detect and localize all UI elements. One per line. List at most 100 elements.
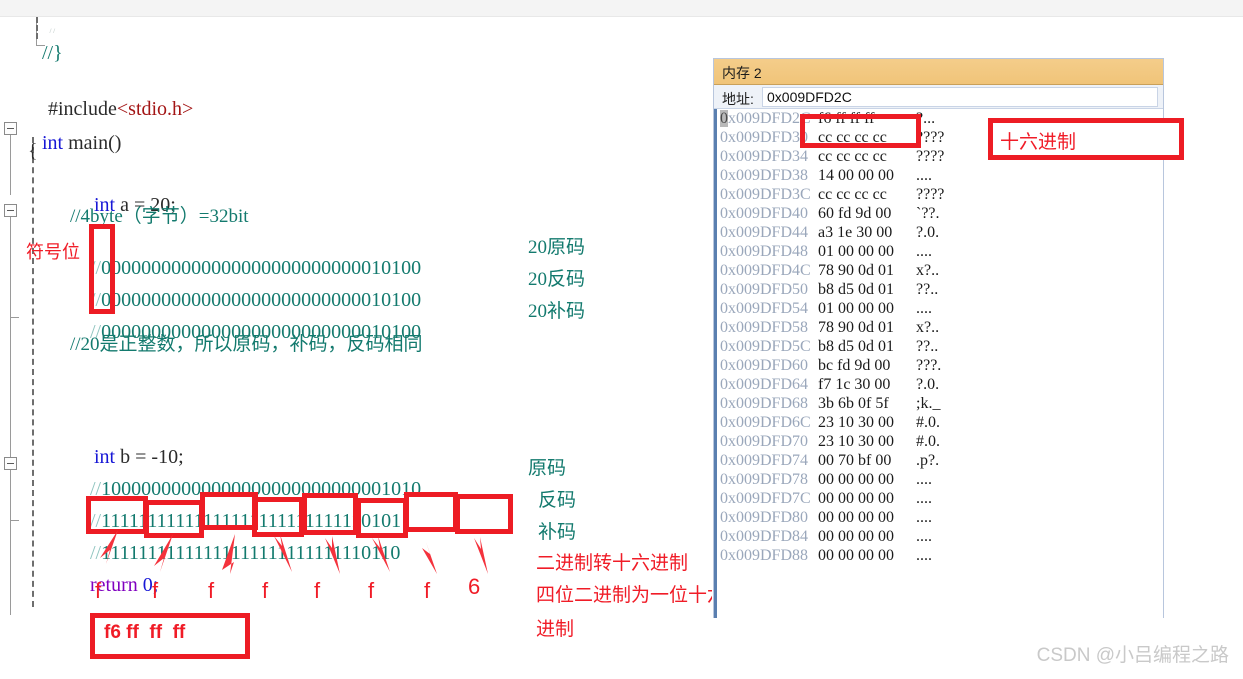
convert-note-line1: 二进制转十六进制 (536, 553, 689, 574)
memory-row[interactable]: 0x009DFD78 00 00 00 00.... (714, 470, 1163, 489)
code-line-clipped: //... (48, 25, 65, 33)
memory-row[interactable]: 0x009DFD38 14 00 00 00.... (714, 166, 1163, 185)
nibble-label-4: f (262, 578, 269, 603)
nibble-label-3: f (208, 578, 215, 603)
memory-row-address: 0x009DFD3C (720, 186, 811, 203)
memory-row-address: 0x009DFD78 (720, 471, 809, 488)
nibble-label-5: f (314, 578, 321, 603)
code-line-comment-close: //} (42, 42, 63, 64)
nibble-box-3 (200, 492, 258, 530)
memory-row-hex: 23 10 30 00 (818, 433, 894, 450)
gutter-scope-line-b2 (10, 317, 11, 457)
gutter-collapse-block-2[interactable] (4, 457, 17, 470)
memory-row-address: 0x009DFD6C (720, 414, 811, 431)
label-b-inv: 反码 (538, 490, 577, 511)
memory-row-address: 0x009DFD48 (720, 243, 809, 260)
memory-first-row-highlight-box (800, 114, 921, 148)
main-signature: main() (63, 132, 122, 154)
memory-row[interactable]: 0x009DFD80 00 00 00 00.... (714, 508, 1163, 527)
memory-row-ascii: #.0. (916, 414, 940, 431)
hex-label-text: 十六进制 (1000, 132, 1077, 153)
memory-row-ascii: .... (916, 300, 932, 317)
memory-row-ascii: ???? (916, 148, 945, 165)
memory-row[interactable]: 0x009DFD60 bc fd 9d 00???. (714, 356, 1163, 375)
label-b-comp: 补码 (538, 522, 577, 543)
memory-row-ascii: x?.. (916, 319, 940, 336)
memory-row-hex: 00 00 00 00 (818, 509, 894, 526)
memory-row-ascii: ??.. (916, 338, 939, 355)
memory-row-address: 0x009DFD7C (720, 490, 811, 507)
memory-row-ascii: .... (916, 509, 932, 526)
memory-row-ascii: .... (916, 490, 932, 507)
memory-row-address: 0x009DFD54 (720, 300, 809, 317)
memory-row-address: 0x009DFD40 (720, 205, 809, 222)
label-20-inv: 20反码 (528, 269, 586, 290)
memory-row-address: 0x009DFD44 (720, 224, 809, 241)
memory-row-address: 0x009DFD80 (720, 509, 809, 526)
indent-guide-top (36, 17, 38, 39)
memory-row-address: 0x009DFD84 (720, 528, 809, 545)
memory-row[interactable]: 0x009DFD70 23 10 30 00 #.0. (714, 432, 1163, 451)
nibble-label-7: f (424, 578, 431, 603)
memory-row[interactable]: 0x009DFD48 01 00 00 00.... (714, 242, 1163, 261)
memory-row-hex: 00 00 00 00 (818, 528, 894, 545)
code-line-open-brace: { (28, 140, 38, 162)
memory-row-ascii: ???. (916, 357, 942, 374)
label-b-orig: 原码 (528, 458, 567, 479)
memory-address-bar[interactable]: 地址: 0x009DFD2C (714, 85, 1163, 109)
memory-row[interactable]: 0x009DFD50 b8 d5 0d 01??.. (714, 280, 1163, 299)
memory-row-hex: 78 90 0d 01 (818, 262, 894, 279)
memory-row[interactable]: 0x009DFD5C b8 d5 0d 01??.. (714, 337, 1163, 356)
memory-row[interactable]: 0x009DFD44 a3 1e 30 00 ?.0. (714, 223, 1163, 242)
memory-row-address: 0x009DFD30 (720, 129, 809, 146)
memory-row-hex: 00 00 00 00 (818, 471, 894, 488)
gutter-tick-b1 (10, 317, 19, 318)
memory-window-titlebar[interactable]: 内存 2 (714, 59, 1163, 85)
gutter-collapse-block-1[interactable] (4, 204, 17, 217)
memory-row-hex: 3b 6b 0f 5f (818, 395, 889, 412)
memory-row[interactable]: 0x009DFD84 00 00 00 00.... (714, 527, 1163, 546)
memory-row-hex: cc cc cc cc (818, 186, 887, 203)
nibble-box-7 (404, 492, 458, 532)
memory-row[interactable]: 0x009DFD4C 78 90 0d 01 x?.. (714, 261, 1163, 280)
memory-row-ascii: #.0. (916, 433, 940, 450)
nibble-label-2: f (152, 578, 159, 603)
memory-row-hex: 14 00 00 00 (818, 167, 894, 184)
include-header: <stdio.h> (116, 98, 194, 120)
memory-row-ascii: ?.0. (916, 224, 940, 241)
memory-rows-container[interactable]: 0x009DFD2C f6 ff ff ff?... 0x009DFD30 cc cc… (714, 109, 1163, 618)
memory-row-address: 0x009DFD70 (720, 433, 809, 450)
memory-row[interactable]: 0x009DFD88 00 00 00 00.... (714, 546, 1163, 565)
memory-row[interactable]: 0x009DFD6C 23 10 30 00 #.0. (714, 413, 1163, 432)
memory-row[interactable]: 0x009DFD58 78 90 0d 01 x?.. (714, 318, 1163, 337)
gutter-scope-line-b1 (10, 217, 11, 317)
memory-row[interactable]: 0x009DFD54 01 00 00 00.... (714, 299, 1163, 318)
memory-row[interactable]: 0x009DFD40 60 fd 9d 00 `??. (714, 204, 1163, 223)
memory-row-address: 0x009DFD5C (720, 338, 811, 355)
memory-row-ascii: ???? (916, 186, 945, 203)
memory-row[interactable]: 0x009DFD3C cc cc cc cc???? (714, 185, 1163, 204)
memory-row-address: 0x009DFD60 (720, 357, 809, 374)
memory-row-ascii: .... (916, 547, 932, 564)
gutter-collapse-main[interactable] (4, 122, 17, 135)
gutter-scope-line-main (10, 135, 11, 195)
memory-row-hex: 00 70 bf 00 (818, 452, 892, 469)
memory-window-title: 内存 2 (722, 65, 762, 81)
convert-note-line3: 进制 (536, 619, 575, 640)
memory-row-hex: 01 00 00 00 (818, 300, 894, 317)
memory-row[interactable]: 0x009DFD7C 00 00 00 00.... (714, 489, 1163, 508)
memory-row-hex: a3 1e 30 00 (818, 224, 893, 241)
watermark: CSDN @小吕编程之路 (1036, 645, 1229, 666)
memory-row-address: 0x009DFD74 (720, 452, 809, 469)
memory-row-hex: 60 fd 9d 00 (818, 205, 892, 222)
memory-row[interactable]: 0x009DFD68 3b 6b 0f 5f ;k._ (714, 394, 1163, 413)
gutter-tick-b3 (10, 520, 19, 521)
address-input[interactable]: 0x009DFD2C (762, 87, 1158, 107)
memory-row[interactable]: 0x009DFD74 00 70 bf 00 .p?. (714, 451, 1163, 470)
nibble-label-8: 6 (468, 574, 481, 599)
sign-bit-label: 符号位 (26, 242, 80, 262)
keyword-int: int (42, 132, 64, 154)
memory-row-address: 0x009DFD50 (720, 281, 809, 298)
memory-row[interactable]: 0x009DFD64 f7 1c 30 00 ?.0. (714, 375, 1163, 394)
nibble-arrows (100, 530, 488, 574)
